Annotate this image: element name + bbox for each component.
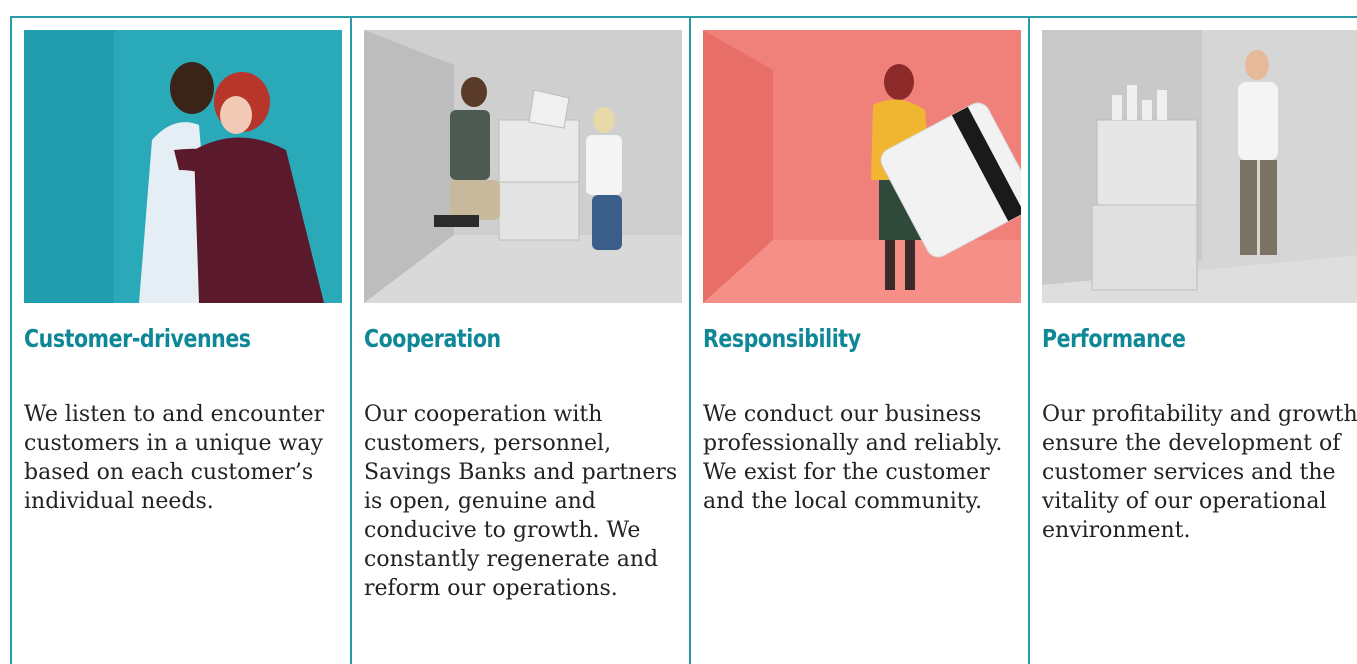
responsibility-title: Responsibility: [703, 324, 861, 353]
value-card-responsibility: Responsibility We conduct our business p…: [689, 18, 1028, 664]
customer-drivennes-description: We listen to and encounter customers in …: [24, 402, 325, 514]
value-card-performance: Performance Our profitability and growth…: [1028, 18, 1357, 664]
responsibility-description: We conduct our business professionally a…: [703, 402, 1003, 514]
performance-title: Performance: [1042, 324, 1186, 353]
customer-drivennes-title: Customer-drivennes: [24, 324, 251, 353]
performance-photo: [1042, 30, 1357, 303]
cooperation-description: Our cooperation with customers, personne…: [364, 402, 678, 601]
responsibility-photo: [703, 30, 1021, 303]
performance-description: Our profitability and growth ensure the …: [1042, 402, 1357, 543]
cooperation-title: Cooperation: [364, 324, 501, 353]
cooperation-photo: [364, 30, 682, 303]
value-card-customer-drivennes: Customer-drivennes We listen to and enco…: [10, 18, 350, 664]
value-card-cooperation: Cooperation Our cooperation with custome…: [350, 18, 689, 664]
customer-drivennes-photo: [24, 30, 342, 303]
values-grid: Customer-drivennes We listen to and enco…: [10, 16, 1357, 664]
